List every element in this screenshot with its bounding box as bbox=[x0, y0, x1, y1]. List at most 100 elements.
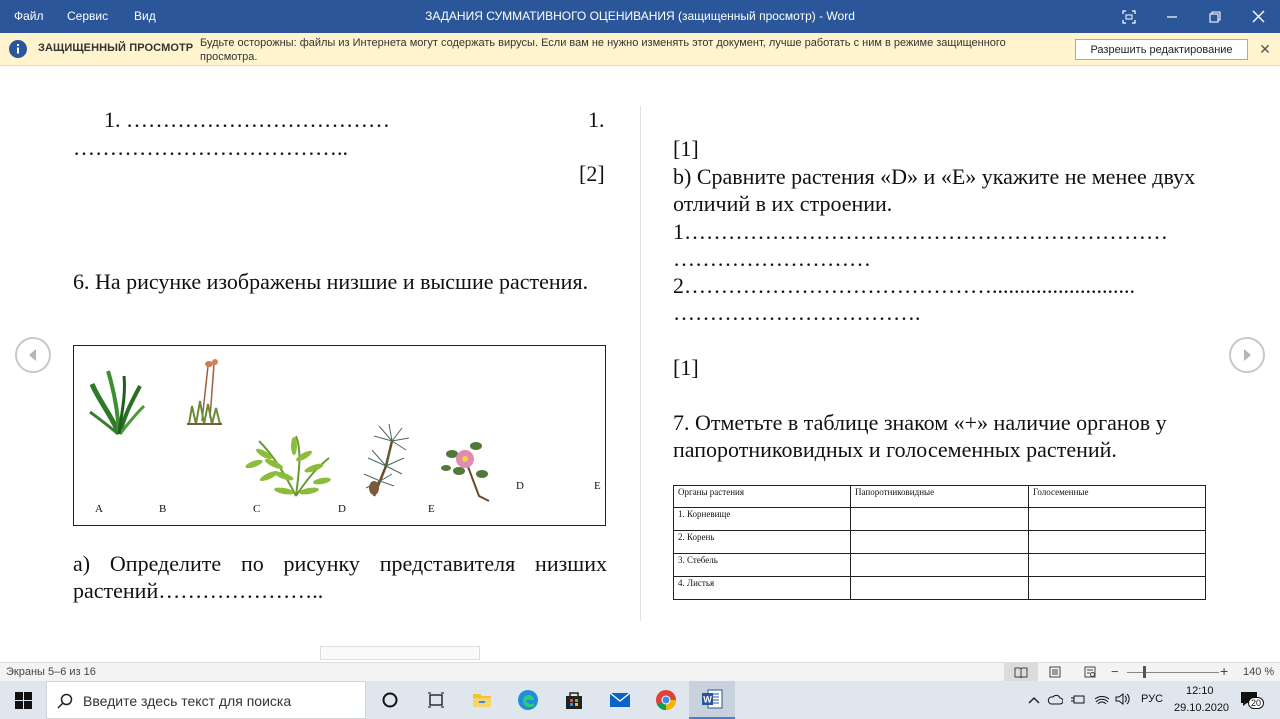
word-button[interactable]: W bbox=[689, 681, 735, 719]
start-button[interactable] bbox=[0, 681, 46, 719]
previous-screen-button[interactable] bbox=[15, 337, 51, 373]
organs-table: Органы растения Папоротниковидные Голосе… bbox=[673, 485, 1206, 600]
table-cell: 1. Корневище bbox=[673, 507, 851, 531]
table-cell: 3. Стебель bbox=[673, 553, 851, 577]
question-a: а) Определите по рисунку представителя н… bbox=[73, 551, 607, 603]
notification-count: 20 bbox=[1248, 697, 1265, 709]
table-row: 2. Корень bbox=[673, 530, 1206, 554]
table-cell: 4. Листья bbox=[673, 576, 851, 600]
table-cell-empty bbox=[850, 553, 1029, 577]
taskbar: Введите здесь текст для поиска W РУС 12:… bbox=[0, 681, 1280, 719]
protected-view-label: ЗАЩИЩЕННЫЙ ПРОСМОТР bbox=[38, 42, 194, 54]
volume-icon[interactable] bbox=[1115, 692, 1131, 706]
zoom-slider-thumb[interactable] bbox=[1143, 666, 1146, 678]
horizontal-scrollbar[interactable] bbox=[320, 646, 480, 660]
minimize-button[interactable] bbox=[1150, 0, 1194, 33]
table-row: 1. Корневище bbox=[673, 507, 1206, 531]
close-window-button[interactable] bbox=[1236, 0, 1280, 33]
task-view-icon bbox=[428, 692, 444, 708]
web-layout-button[interactable] bbox=[1073, 663, 1107, 681]
plants-figure: A B C D E D E bbox=[73, 345, 606, 526]
clock-time[interactable]: 12:10 bbox=[1186, 685, 1214, 697]
windows-icon bbox=[14, 691, 32, 709]
enable-editing-button[interactable]: Разрешить редактирование bbox=[1075, 39, 1248, 60]
table-cell-empty bbox=[1028, 530, 1206, 554]
figure-label-e: E bbox=[428, 503, 435, 515]
table-cell-empty bbox=[1028, 553, 1206, 577]
restore-button[interactable] bbox=[1193, 0, 1237, 33]
arrow-right-icon bbox=[1244, 349, 1251, 361]
chrome-button[interactable] bbox=[643, 681, 689, 719]
chrome-icon bbox=[656, 690, 677, 711]
store-bag-icon bbox=[566, 692, 582, 709]
mail-icon bbox=[609, 692, 631, 707]
figure-label-d-right: D bbox=[516, 480, 524, 492]
answer-line-b1-cont: ……………………… bbox=[673, 246, 871, 271]
taskbar-search-box[interactable]: Введите здесь текст для поиска bbox=[46, 681, 366, 719]
table-row: 3. Стебель bbox=[673, 553, 1206, 577]
store-button[interactable] bbox=[551, 681, 597, 719]
plant-b-illustration bbox=[187, 359, 222, 425]
wifi-icon[interactable] bbox=[1094, 692, 1110, 706]
fullscreen-button[interactable] bbox=[1107, 0, 1151, 33]
mail-button[interactable] bbox=[597, 681, 643, 719]
table-cell: 2. Корень bbox=[673, 530, 851, 554]
print-layout-button[interactable] bbox=[1038, 663, 1072, 681]
fullscreen-icon bbox=[1122, 9, 1136, 24]
figure-label-b: B bbox=[159, 503, 167, 515]
plants-illustration bbox=[89, 359, 490, 502]
answer-line-b2-cont: ……………………………. bbox=[673, 300, 921, 325]
language-indicator[interactable]: РУС bbox=[1141, 693, 1163, 705]
edge-button[interactable] bbox=[505, 681, 551, 719]
zoom-out-icon[interactable]: − bbox=[1111, 664, 1119, 679]
question-6: 6. На рисунке изображены низшие и высшие… bbox=[73, 269, 589, 294]
document-view[interactable]: 1. ……………………………… 1. ……………………………….. [2] 6.… bbox=[0, 66, 1280, 662]
web-page-icon bbox=[1084, 666, 1096, 678]
restore-icon bbox=[1209, 10, 1221, 23]
figure-label-a: A bbox=[95, 503, 103, 515]
cortana-circle-icon bbox=[382, 692, 398, 708]
menu-file[interactable]: Файл bbox=[14, 9, 44, 23]
table-header-cell: Папоротниковидные bbox=[850, 485, 1029, 508]
page-icon bbox=[1049, 666, 1061, 678]
next-screen-button[interactable] bbox=[1229, 337, 1265, 373]
table-cell-empty bbox=[850, 576, 1029, 600]
figure-label-c: C bbox=[253, 503, 261, 515]
table-header-cell: Органы растения bbox=[673, 485, 851, 508]
answer-line-b1: 1………………………………………………………… bbox=[673, 219, 1168, 244]
table-header-cell: Голосеменные bbox=[1028, 485, 1206, 508]
answer-number: 1. bbox=[588, 107, 605, 132]
table-cell-empty bbox=[1028, 507, 1206, 531]
table-header-row: Органы растения Папоротниковидные Голосе… bbox=[673, 485, 1206, 508]
window-title: ЗАДАНИЯ СУММАТИВНОГО ОЦЕНИВАНИЯ (защищен… bbox=[425, 9, 855, 23]
chevron-up-icon[interactable] bbox=[1028, 695, 1040, 705]
battery-plug-icon[interactable] bbox=[1070, 692, 1086, 706]
answer-line-1: 1. ……………………………… bbox=[104, 107, 390, 132]
menu-view[interactable]: Вид bbox=[134, 9, 156, 23]
folder-icon bbox=[473, 694, 491, 707]
answer-line-2: ……………………………….. bbox=[73, 135, 348, 160]
minimize-icon bbox=[1167, 15, 1177, 18]
zoom-slider[interactable] bbox=[1127, 672, 1219, 673]
task-view-button[interactable] bbox=[413, 681, 459, 719]
clock-date[interactable]: 29.10.2020 bbox=[1174, 702, 1229, 714]
cortana-button[interactable] bbox=[367, 681, 413, 719]
close-icon bbox=[1252, 10, 1264, 23]
table-row: 4. Листья bbox=[673, 576, 1206, 600]
zoom-in-icon[interactable]: + bbox=[1220, 663, 1228, 679]
search-placeholder: Введите здесь текст для поиска bbox=[83, 693, 292, 709]
score-mark: [2] bbox=[579, 161, 605, 186]
shield-info-icon bbox=[9, 40, 27, 58]
close-bar-icon[interactable]: ✕ bbox=[1258, 42, 1272, 56]
onedrive-cloud-icon[interactable] bbox=[1047, 693, 1063, 705]
file-explorer-button[interactable] bbox=[459, 681, 505, 719]
notification-center-button[interactable]: 20 bbox=[1240, 691, 1265, 709]
svg-text:W: W bbox=[703, 695, 712, 705]
search-icon bbox=[57, 693, 73, 709]
question-b: b) Сравните растения «D» и «E» укажите н… bbox=[673, 164, 1196, 216]
read-mode-button[interactable] bbox=[1004, 663, 1038, 681]
zoom-level[interactable]: 140 % bbox=[1243, 666, 1274, 678]
protected-view-bar: ЗАЩИЩЕННЫЙ ПРОСМОТР Будьте осторожны: фа… bbox=[0, 33, 1280, 66]
menu-service[interactable]: Сервис bbox=[67, 9, 108, 23]
score-mark-right-1: [1] bbox=[673, 136, 699, 161]
